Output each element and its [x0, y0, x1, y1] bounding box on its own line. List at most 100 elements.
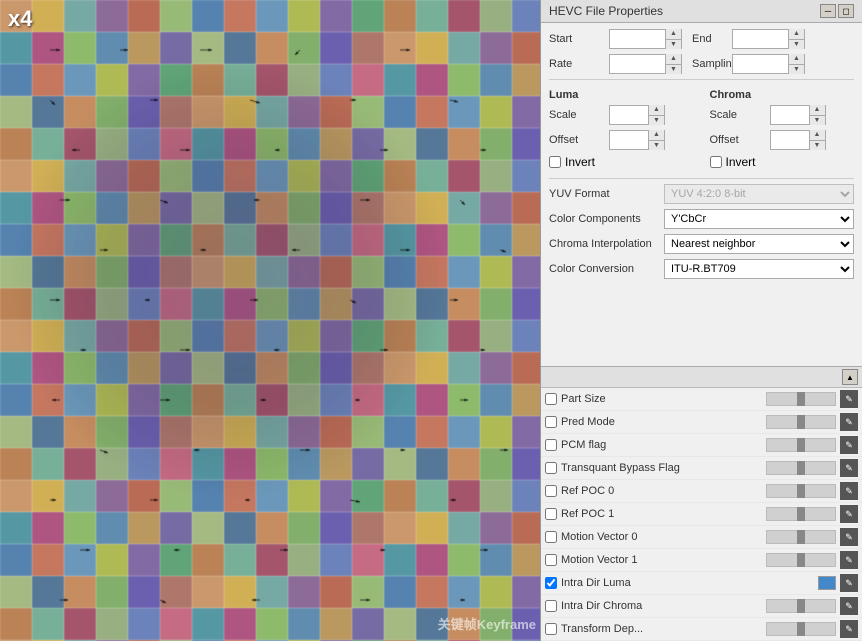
chroma-invert-checkbox[interactable]: [710, 156, 722, 168]
scroll-up-button[interactable]: ▲: [842, 369, 858, 385]
overlay-edit-button[interactable]: ✎: [840, 574, 858, 592]
overlay-checkbox[interactable]: [545, 554, 557, 566]
overlay-name: Intra Dir Luma: [561, 577, 814, 589]
overlay-edit-button[interactable]: ✎: [840, 597, 858, 615]
overlay-item: Pred Mode✎: [541, 411, 862, 434]
overlay-slider[interactable]: [766, 599, 836, 613]
overlay-slider[interactable]: [766, 530, 836, 544]
overlay-item: Intra Dir Luma ✎: [541, 572, 862, 595]
start-spinbox[interactable]: 0 ▲ ▼: [609, 29, 682, 49]
overlay-checkbox[interactable]: [545, 462, 557, 474]
color-swatch[interactable]: [818, 576, 836, 590]
end-spinbox[interactable]: 99 ▲ ▼: [732, 29, 805, 49]
luma-scale-input[interactable]: 1: [610, 106, 648, 124]
luma-invert-label: Invert: [565, 155, 595, 169]
end-down[interactable]: ▼: [789, 40, 804, 50]
start-label: Start: [549, 33, 609, 45]
overlay-list: Part Size✎Pred Mode✎PCM flag✎Transquant …: [541, 388, 862, 641]
sampling-up[interactable]: ▲: [789, 54, 804, 65]
luma-offset-up[interactable]: ▲: [649, 130, 664, 141]
chroma-interp-select[interactable]: Nearest neighbor Bilinear: [664, 234, 854, 254]
start-input[interactable]: 0: [610, 30, 665, 48]
overlay-slider[interactable]: [766, 461, 836, 475]
chroma-scale-down[interactable]: ▼: [810, 116, 825, 126]
overlay-slider[interactable]: [766, 415, 836, 429]
luma-offset-spinbox[interactable]: 125 ▲ ▼: [609, 130, 665, 150]
start-up[interactable]: ▲: [666, 29, 681, 40]
chroma-offset-down[interactable]: ▼: [810, 141, 825, 151]
overlay-checkbox[interactable]: [545, 393, 557, 405]
overlay-edit-button[interactable]: ✎: [840, 390, 858, 408]
overlay-slider[interactable]: [766, 507, 836, 521]
panel-title: HEVC File Properties: [549, 4, 663, 18]
overlay-edit-button[interactable]: ✎: [840, 413, 858, 431]
yuv-format-select[interactable]: YUV 4:2:0 8-bit: [664, 184, 854, 204]
chroma-scale-input[interactable]: 1: [771, 106, 809, 124]
overlay-name: Ref POC 0: [561, 485, 762, 497]
minimize-button[interactable]: ─: [820, 4, 836, 18]
overlay-edit-button[interactable]: ✎: [840, 620, 858, 638]
overlay-name: Part Size: [561, 393, 762, 405]
chroma-offset-input[interactable]: 128: [771, 131, 809, 149]
overlay-edit-button[interactable]: ✎: [840, 482, 858, 500]
overlay-item: Part Size ✎: [541, 388, 862, 411]
sampling-spinbox[interactable]: 1 ▲ ▼: [732, 54, 805, 74]
luma-scale-label: Scale: [549, 109, 609, 121]
chroma-scale-up[interactable]: ▲: [810, 105, 825, 116]
color-components-select[interactable]: Y'CbCr RGB: [664, 209, 854, 229]
overlay-name: PCM flag: [561, 439, 762, 451]
overlay-edit-button[interactable]: ✎: [840, 436, 858, 454]
overlay-edit-button[interactable]: ✎: [840, 528, 858, 546]
sampling-down[interactable]: ▼: [789, 65, 804, 75]
maximize-button[interactable]: ◻: [838, 4, 854, 18]
overlay-checkbox[interactable]: [545, 508, 557, 520]
overlay-checkbox[interactable]: [545, 416, 557, 428]
overlay-slider[interactable]: [766, 553, 836, 567]
overlay-edit-button[interactable]: ✎: [840, 505, 858, 523]
start-down[interactable]: ▼: [666, 40, 681, 50]
canvas-area: x4 关键帧Keyframe: [0, 0, 540, 641]
chroma-heading: Chroma: [710, 89, 855, 101]
luma-scale-down[interactable]: ▼: [649, 116, 664, 126]
chroma-scale-label: Scale: [710, 109, 770, 121]
overlay-checkbox[interactable]: [545, 623, 557, 635]
chroma-offset-row: Offset 128 ▲ ▼: [710, 130, 855, 150]
overlay-name: Motion Vector 0: [561, 531, 762, 543]
overlay-item: Intra Dir Chroma✎: [541, 595, 862, 618]
overlay-checkbox[interactable]: [545, 600, 557, 612]
luma-offset-down[interactable]: ▼: [649, 141, 664, 151]
luma-scale-up[interactable]: ▲: [649, 105, 664, 116]
chroma-scale-spinbox[interactable]: 1 ▲ ▼: [770, 105, 826, 125]
rate-spinbox[interactable]: 20.00 ▲ ▼: [609, 54, 682, 74]
overlay-checkbox[interactable]: [545, 577, 557, 589]
luma-scale-row: Scale 1 ▲ ▼: [549, 105, 694, 125]
rate-input[interactable]: 20.00: [610, 55, 665, 73]
overlay-slider[interactable]: [766, 392, 836, 406]
chroma-invert-label: Invert: [726, 155, 756, 169]
overlay-slider[interactable]: [766, 622, 836, 636]
overlay-checkbox[interactable]: [545, 531, 557, 543]
overlay-slider[interactable]: [766, 438, 836, 452]
rate-down[interactable]: ▼: [666, 65, 681, 75]
chroma-section: Chroma Scale 1 ▲ ▼ Offset 128: [710, 85, 855, 173]
overlay-edit-button[interactable]: ✎: [840, 551, 858, 569]
chroma-offset-spinbox[interactable]: 128 ▲ ▼: [770, 130, 826, 150]
panel-body: Start 0 ▲ ▼ End 99 ▲ ▼ Rate 20: [541, 23, 862, 366]
end-input[interactable]: 99: [733, 30, 788, 48]
rate-sampling-row: Rate 20.00 ▲ ▼ Sampling 1 ▲ ▼: [549, 54, 854, 74]
luma-scale-spinbox[interactable]: 1 ▲ ▼: [609, 105, 665, 125]
overlay-header: ▲: [541, 367, 862, 388]
overlay-checkbox[interactable]: [545, 485, 557, 497]
sampling-input[interactable]: 1: [733, 55, 788, 73]
luma-invert-row: Invert: [549, 155, 694, 169]
overlay-checkbox[interactable]: [545, 439, 557, 451]
overlay-item: Motion Vector 1✎: [541, 549, 862, 572]
color-conversion-select[interactable]: ITU-R.BT709 ITU-R.BT601: [664, 259, 854, 279]
chroma-offset-up[interactable]: ▲: [810, 130, 825, 141]
luma-invert-checkbox[interactable]: [549, 156, 561, 168]
rate-up[interactable]: ▲: [666, 54, 681, 65]
end-up[interactable]: ▲: [789, 29, 804, 40]
overlay-edit-button[interactable]: ✎: [840, 459, 858, 477]
luma-offset-input[interactable]: 125: [610, 131, 648, 149]
overlay-slider[interactable]: [766, 484, 836, 498]
